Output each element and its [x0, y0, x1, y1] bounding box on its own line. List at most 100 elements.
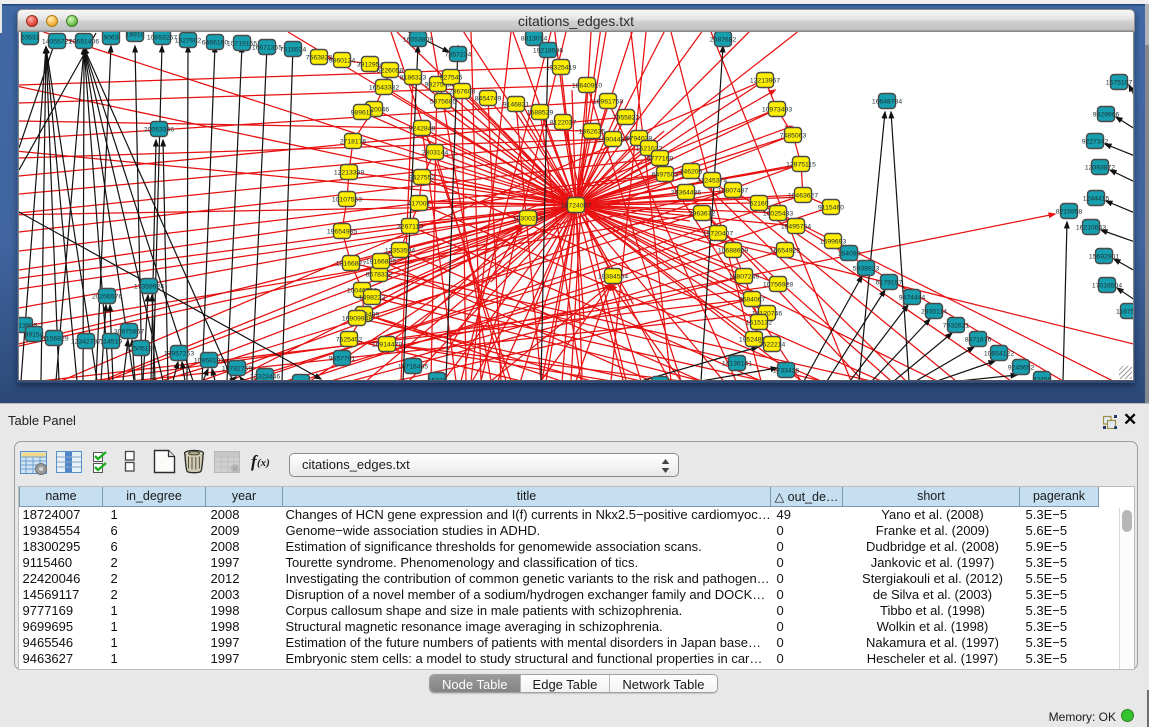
svg-text:1167533: 1167533 — [1116, 309, 1134, 316]
svg-text:16671355: 16671355 — [252, 45, 282, 52]
svg-text:18807249: 18807249 — [729, 274, 759, 281]
svg-text:3267110: 3267110 — [397, 224, 423, 231]
svg-text:15692901: 15692901 — [1089, 254, 1119, 261]
svg-text:8471676: 8471676 — [965, 337, 992, 344]
svg-text:927546: 927546 — [440, 75, 463, 82]
svg-text:2803144: 2803144 — [422, 150, 449, 157]
svg-text:12213389: 12213389 — [334, 170, 364, 177]
svg-text:9657791: 9657791 — [329, 356, 356, 363]
svg-text:16210643: 16210643 — [1076, 225, 1106, 232]
svg-text:5226058: 5226058 — [377, 68, 404, 75]
svg-text:15720407: 15720407 — [703, 231, 733, 238]
svg-text:2522214: 2522214 — [759, 342, 786, 349]
svg-text:417001: 417001 — [408, 201, 431, 208]
svg-text:8215958: 8215958 — [1056, 209, 1083, 216]
svg-text:9146821: 9146821 — [503, 102, 530, 109]
svg-text:9227342: 9227342 — [1082, 139, 1109, 146]
svg-text:19904438: 19904438 — [598, 137, 628, 144]
svg-text:12323446: 12323446 — [250, 374, 280, 381]
svg-text:20206576: 20206576 — [92, 294, 122, 301]
svg-text:16543382: 16543382 — [369, 85, 399, 92]
svg-text:1575107: 1575107 — [1106, 80, 1133, 87]
svg-text:19654985: 19654985 — [327, 229, 357, 236]
svg-text:20364436: 20364436 — [671, 190, 701, 197]
svg-text:12353594: 12353594 — [385, 248, 415, 255]
svg-text:1615132: 1615132 — [746, 320, 773, 327]
svg-text:9777169: 9777169 — [647, 156, 674, 163]
svg-text:1527602: 1527602 — [175, 38, 202, 45]
svg-text:18724007: 18724007 — [561, 203, 591, 210]
svg-text:7357234: 7357234 — [445, 52, 472, 59]
svg-text:114519: 114519 — [100, 339, 122, 346]
svg-text:6466160: 6466160 — [202, 40, 229, 47]
svg-text:8578332: 8578332 — [366, 272, 393, 279]
svg-text:19166825: 19166825 — [366, 259, 396, 266]
svg-text:8186323: 8186323 — [400, 75, 427, 82]
svg-text:16648784: 16648784 — [872, 99, 902, 106]
svg-text:17359924: 17359924 — [134, 284, 164, 291]
svg-text:2087682: 2087682 — [710, 37, 737, 44]
svg-text:9860124: 9860124 — [329, 58, 356, 65]
svg-text:9427552: 9427552 — [409, 175, 436, 182]
svg-text:14055721: 14055721 — [42, 39, 72, 46]
svg-text:10973493: 10973493 — [762, 107, 792, 114]
svg-text:16053809: 16053809 — [403, 37, 433, 44]
svg-text:12213967: 12213967 — [750, 78, 780, 85]
svg-text:16961758: 16961758 — [593, 99, 623, 106]
svg-text:10958107: 10958107 — [194, 358, 224, 365]
svg-text:10807487: 10807487 — [718, 188, 748, 195]
svg-text:1362635: 1362635 — [579, 129, 606, 136]
svg-text:10025433: 10025433 — [763, 211, 793, 218]
svg-text:92450: 92450 — [1033, 377, 1052, 382]
svg-text:10898: 10898 — [292, 380, 311, 382]
svg-text:5938923: 5938923 — [853, 266, 880, 273]
svg-text:2367608: 2367608 — [449, 89, 476, 96]
svg-text:(x): (x) — [257, 457, 270, 469]
svg-text:8122037: 8122037 — [550, 120, 577, 127]
svg-text:16914479: 16914479 — [372, 342, 402, 349]
svg-text:16909948: 16909948 — [342, 316, 372, 323]
svg-text:16782759: 16782759 — [222, 366, 252, 373]
svg-text:13325419: 13325419 — [546, 65, 576, 72]
svg-text:19166827: 19166827 — [336, 261, 366, 268]
svg-text:10688609: 10688609 — [718, 248, 748, 255]
svg-text:1244415: 1244415 — [1083, 196, 1110, 203]
svg-text:20531: 20531 — [21, 35, 40, 42]
svg-text:7955822: 7955822 — [613, 115, 640, 122]
svg-text:30975867: 30975867 — [114, 329, 144, 336]
svg-text:9474444: 9474444 — [899, 295, 926, 302]
svg-text:9245652: 9245652 — [1008, 365, 1035, 372]
svg-text:10463627: 10463627 — [788, 193, 818, 200]
svg-text:2935114: 2935114 — [921, 309, 947, 316]
svg-text:8454749: 8454749 — [475, 96, 502, 103]
svg-text:12505135: 12505135 — [126, 346, 156, 353]
svg-text:14136141: 14136141 — [722, 361, 752, 368]
svg-text:7485063: 7485063 — [780, 133, 807, 140]
svg-text:7515524: 7515524 — [280, 47, 307, 54]
svg-text:9063: 9063 — [103, 35, 118, 42]
svg-text:16654923: 16654923 — [770, 248, 800, 255]
svg-text:10107553: 10107553 — [332, 197, 362, 204]
svg-text:746206: 746206 — [680, 169, 703, 176]
svg-text:9684067: 9684067 — [739, 297, 766, 304]
svg-text:6179197: 6179197 — [876, 280, 903, 287]
svg-text:19384554: 19384554 — [598, 274, 628, 281]
svg-text:5875685: 5875685 — [430, 99, 457, 106]
svg-text:9242848: 9242848 — [409, 126, 436, 133]
svg-text:1733426: 1733426 — [773, 368, 800, 375]
svg-text:15495754: 15495754 — [781, 224, 811, 231]
svg-text:1699693: 1699693 — [820, 239, 847, 246]
svg-text:164093: 164093 — [838, 251, 861, 258]
svg-text:1498222: 1498222 — [359, 295, 386, 302]
svg-text:17957253: 17957253 — [164, 351, 194, 358]
svg-text:10756928: 10756928 — [763, 282, 793, 289]
svg-text:12342737: 12342737 — [71, 339, 101, 346]
svg-text:19300213: 19300213 — [513, 216, 543, 223]
svg-text:12093872: 12093872 — [1085, 165, 1115, 172]
svg-text:31245374: 31245374 — [697, 178, 727, 185]
svg-text:6497503: 6497503 — [652, 172, 679, 179]
svg-text:12975115: 12975115 — [786, 162, 816, 169]
svg-text:19218596: 19218596 — [533, 48, 563, 55]
svg-text:9329966: 9329966 — [1093, 112, 1120, 119]
svg-text:7932621: 7932621 — [943, 323, 970, 330]
